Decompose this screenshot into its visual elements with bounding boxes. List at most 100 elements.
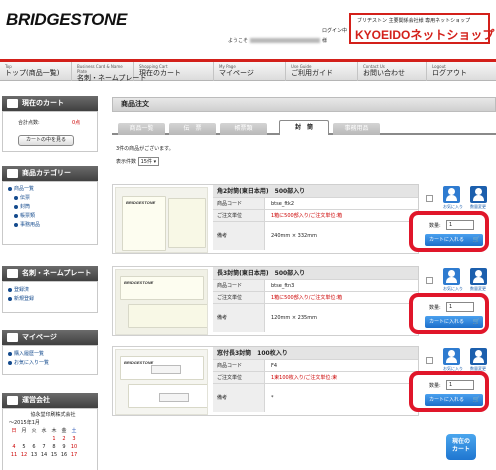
product-image[interactable]: BRIDGESTONE: [115, 269, 208, 335]
envelope-brand: BRIDGESTONE: [126, 200, 156, 205]
add-to-cart-button[interactable]: カートに入れる 🛒: [425, 234, 483, 246]
namecard-item[interactable]: 登録済: [8, 286, 97, 295]
day: 9: [62, 444, 66, 450]
mypage-item[interactable]: 購入履歴一覧: [8, 350, 97, 359]
nav-mypage[interactable]: My Page マイページ: [214, 62, 286, 81]
head-icon: [448, 270, 455, 277]
select-checkbox[interactable]: [426, 195, 433, 202]
tab-all[interactable]: 商品一覧: [118, 123, 165, 135]
nav-jp: マイページ: [219, 69, 254, 77]
category-item[interactable]: 事務用品: [8, 221, 97, 230]
greeting: ようこそ 様: [228, 37, 327, 44]
nav-jp: ご利用ガイド: [291, 69, 333, 77]
bulk-change-icon[interactable]: [470, 186, 487, 203]
quantity-input[interactable]: 1: [446, 380, 474, 390]
bullet-icon: [14, 222, 18, 227]
view-cart-button[interactable]: カートの中を見る: [18, 135, 74, 146]
nav-top[interactable]: Top トップ(商品一覧): [0, 62, 72, 81]
add-to-cart-button[interactable]: カートに入れる 🛒: [425, 316, 483, 328]
sidebar-namecard-header: 名刺・ネームプレート: [2, 266, 98, 281]
row-label: 備考: [213, 384, 265, 412]
user-name-redacted: [250, 38, 321, 43]
day: 1: [52, 436, 56, 442]
tab-envelopes[interactable]: 封 筒: [279, 120, 329, 135]
user-icon: [7, 333, 18, 342]
tab-office-supplies[interactable]: 事務用品: [333, 123, 380, 135]
day: 7: [42, 444, 46, 450]
product-name[interactable]: 窓付長3封筒 100枚入り: [213, 347, 418, 360]
day: 8: [52, 444, 56, 450]
day: 6: [32, 444, 36, 450]
head-icon: [448, 188, 455, 195]
add-to-cart-panel: 数量: 1 カートに入れる 🛒: [409, 211, 489, 252]
bulk-change-icon[interactable]: [470, 268, 487, 285]
sidebar-mypage-title: マイページ: [22, 333, 57, 341]
mypage-label: 購入履歴一覧: [14, 351, 45, 357]
sidebar-category-title: 商品カテゴリー: [22, 169, 71, 177]
select-checkbox[interactable]: [426, 357, 433, 364]
namecard-item[interactable]: 新規登録: [8, 295, 97, 304]
product-code-row: 商品コード btse_ftn3: [213, 280, 418, 292]
bulk-change-icon[interactable]: [470, 348, 487, 365]
day: 5: [22, 444, 26, 450]
tab-forms[interactable]: 帳票類: [220, 123, 267, 135]
body-icon: [446, 195, 457, 201]
calendar-week: 11 12 13 14 15 16 17: [9, 451, 97, 459]
category-label: 事務用品: [20, 222, 41, 228]
nav-guide[interactable]: Use Guide ご利用ガイド: [286, 62, 358, 81]
calendar-month: ～2015年1月: [9, 420, 40, 426]
body-icon: [473, 277, 484, 283]
sidebar-mypage-header: マイページ: [2, 330, 98, 345]
company-name: 協永堂印刷株式会社: [30, 412, 76, 418]
namecard-list: 登録済 新規登録: [2, 281, 98, 313]
quantity-input[interactable]: 1: [446, 220, 474, 230]
product-code-row: 商品コード F4: [213, 360, 418, 372]
favorite-icon[interactable]: [443, 268, 460, 285]
bullet-icon: [8, 360, 12, 365]
favorite-icon[interactable]: [443, 186, 460, 203]
weekday: 土: [71, 428, 77, 434]
category-item[interactable]: 封筒: [8, 203, 97, 212]
product-name[interactable]: 角2封筒(東日本用) 500部入り: [213, 185, 418, 198]
mypage-item[interactable]: お気に入り一覧: [8, 359, 97, 368]
product-details: 角2封筒(東日本用) 500部入り 商品コード btse_ftk2 ご注文単位 1箱…: [213, 185, 418, 250]
product-name[interactable]: 長3封筒(東日本用) 500部入り: [213, 267, 418, 280]
nav-contact[interactable]: Contact Us お問い合わせ: [358, 62, 427, 81]
floating-cart-line: カート: [451, 446, 470, 453]
tab-slips[interactable]: 伝 票: [169, 123, 216, 135]
body-icon: [446, 357, 457, 363]
favorite-icon[interactable]: [443, 348, 460, 365]
bullet-icon: [14, 195, 18, 200]
envelope-brand: BRIDGESTONE: [124, 280, 154, 285]
nav-en: Business Card & Name Plate: [77, 64, 123, 74]
nav-logout[interactable]: Logout ログアウト: [427, 62, 496, 81]
bulk-change-label: 数量変更: [470, 286, 486, 291]
product-code: btse_ftk2: [271, 201, 295, 207]
product-note-row: 備考 120mm × 235mm: [213, 304, 418, 332]
product-image[interactable]: BRIDGESTONE: [115, 349, 208, 415]
category-item[interactable]: 帳票類: [8, 212, 97, 221]
row-label: 備考: [213, 222, 265, 250]
category-item[interactable]: 商品一覧: [8, 185, 97, 194]
nav-jp: トップ(商品一覧): [5, 69, 60, 77]
shop-banner[interactable]: ブリヂストン 主要関係会社様 専用ネットショップ KYOEIDOネットショップ: [349, 13, 494, 44]
nav-namecard[interactable]: Business Card & Name Plate 名刺・ネームプレート: [72, 62, 146, 82]
day: 16: [60, 452, 68, 458]
weekday: 月: [21, 428, 27, 434]
product-code-row: 商品コード btse_ftk2: [213, 198, 418, 210]
login-status[interactable]: ログイン中: [322, 27, 347, 34]
brand-logo[interactable]: BRIDGESTONE: [6, 10, 127, 30]
product-image[interactable]: BRIDGESTONE: [115, 187, 208, 253]
greeting-prefix: ようこそ: [228, 38, 249, 44]
namecard-icon: [7, 269, 18, 278]
product-details: 窓付長3封筒 100枚入り 商品コード F4 ご注文単位 1束100枚入り/ご注文単…: [213, 347, 418, 412]
add-to-cart-button[interactable]: カートに入れる 🛒: [425, 394, 483, 406]
product-note-row: 備考 *: [213, 384, 418, 412]
envelope-shape: [128, 384, 207, 408]
nav-cart[interactable]: Shopping Cart 現在のカート: [134, 62, 214, 81]
display-count-select[interactable]: 15件 ▾: [137, 157, 160, 166]
floating-cart-button[interactable]: 現在の カート: [446, 434, 476, 460]
quantity-input[interactable]: 1: [446, 302, 474, 312]
category-item[interactable]: 伝票: [8, 194, 97, 203]
select-checkbox[interactable]: [426, 277, 433, 284]
